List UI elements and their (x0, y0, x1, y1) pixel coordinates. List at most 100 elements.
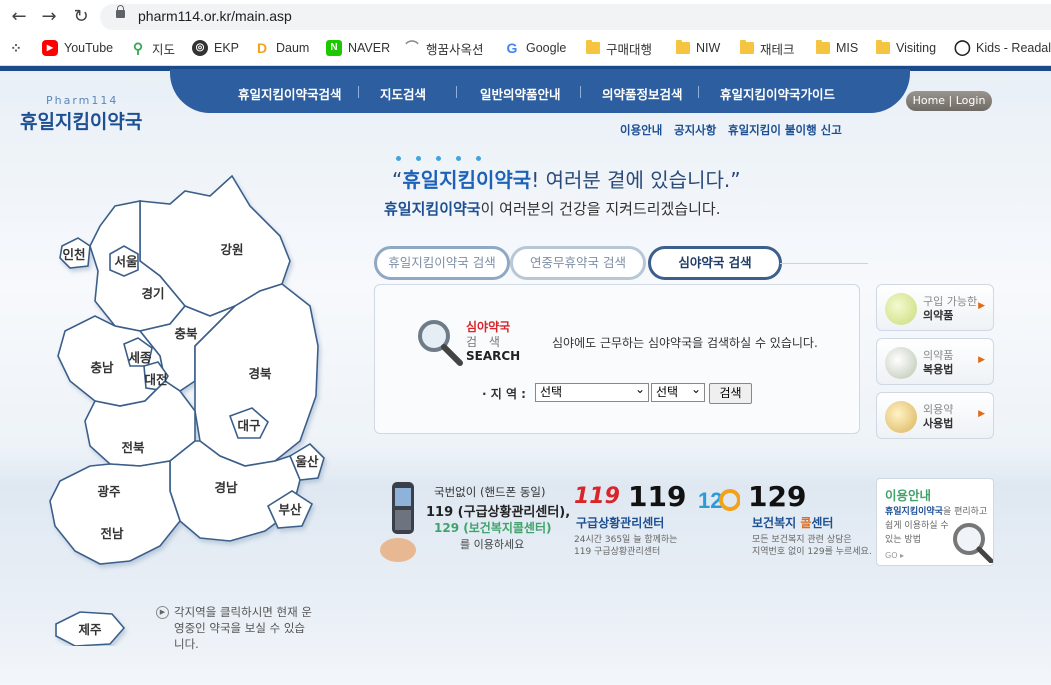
search-label: 심야약국 검 색 SEARCH (414, 314, 532, 370)
nav-separator (580, 86, 581, 98)
decorative-dots (396, 156, 496, 162)
bookmark-ekp[interactable]: ◎ EKP (192, 38, 239, 58)
logo-129-icon: 12 (698, 488, 740, 513)
web-page: 휴일지킴이약국검색 지도검색 일반의약품안내 의약품정보검색 휴일지킴이약국가이… (0, 66, 1051, 685)
side-medicine-dosage[interactable]: 의약품 복용법 ▶ (876, 338, 994, 385)
mortar-icon (885, 347, 917, 379)
label-sejong: 세종 (128, 350, 152, 365)
bookmark-naver[interactable]: N NAVER (326, 38, 390, 58)
side-otc-medicine[interactable]: 구입 가능한 의약품 ▶ (876, 284, 994, 331)
daum-icon: D (254, 40, 270, 56)
svg-text:12: 12 (698, 488, 722, 513)
naver-icon: N (326, 40, 342, 56)
arrow-right-icon: ▶ (978, 355, 985, 365)
label-gwangju: 광주 (97, 484, 121, 499)
label-jeonnam: 전남 (100, 526, 124, 541)
emergency-banner: 국번없이 (핸드폰 동일) 119 (구급상황관리센터), 129 (보건복지콜… (380, 476, 872, 576)
label-gyeongnam: 경남 (214, 480, 238, 495)
slogan-headline: “휴일지킴이약국! 여러분 곁에 있습니다.” (392, 168, 741, 192)
bookmark-folder-finance[interactable]: 재테크 (740, 38, 795, 58)
arrow-right-icon: ▶ (978, 301, 985, 311)
bookmark-youtube[interactable]: ▶ YouTube (42, 38, 113, 58)
logo-subtitle: Pharm114 (46, 94, 119, 107)
bookmark-folder-buying[interactable]: 구매대행 (586, 38, 652, 58)
arrow-right-icon: ▶ (978, 409, 985, 419)
pill-icon (885, 293, 917, 325)
bookmark-folder-mis[interactable]: MIS (816, 38, 858, 58)
label-jeonbuk: 전북 (121, 440, 145, 455)
label-daegu: 대구 (237, 419, 261, 433)
korea-map: 인천 서울 경기 강원 충북 충남 세종 대전 경북 대구 전북 울산 경남 부… (49, 174, 325, 646)
label-daejeon: 대전 (144, 372, 167, 387)
link-report[interactable]: 휴일지킴이 불이행 신고 (728, 122, 842, 138)
address-bar-row: ← → ↻ pharm114.or.kr/main.asp (0, 0, 1051, 34)
link-usage-guide[interactable]: 이용안내 (620, 122, 662, 138)
logo[interactable]: 휴일지킴이약국 (20, 107, 142, 134)
back-arrow-icon[interactable]: ← (8, 6, 30, 28)
magnifier-icon (418, 320, 463, 366)
folder-icon (876, 40, 890, 54)
region-select-city[interactable]: 선택 (651, 381, 705, 402)
folder-icon (816, 40, 830, 54)
browser-chrome: ← → ↻ pharm114.or.kr/main.asp ⁘ ▶ YouTube… (0, 0, 1051, 66)
label-incheon: 인천 (62, 247, 85, 262)
logo-119: 119 (574, 484, 620, 509)
number-129: 129 (748, 480, 807, 513)
url-bar[interactable]: pharm114.or.kr/main.asp (100, 4, 1051, 30)
label-ulsan: 울산 (295, 454, 319, 469)
nav-separator (698, 86, 699, 98)
forward-arrow-icon[interactable]: → (38, 6, 60, 28)
folder-icon (740, 40, 754, 54)
bookmark-kids[interactable]: ◯ Kids - Readalo (954, 38, 1051, 58)
link-notices[interactable]: 공지사항 (674, 122, 716, 138)
globe-icon: ◎ (192, 40, 208, 56)
tab-underline (780, 263, 868, 264)
bookmark-folder-visiting[interactable]: Visiting (876, 38, 936, 58)
nav-pharmacy-guide[interactable]: 휴일지킴이약국가이드 (720, 84, 835, 103)
youtube-icon: ▶ (42, 40, 58, 56)
tab-late-night-pharmacy[interactable]: 심야약국 검색 (648, 246, 782, 280)
bookmark-map[interactable]: ⚲ 지도 (130, 38, 175, 58)
bookmark-folder-niw[interactable]: NIW (676, 38, 720, 58)
region-select-province[interactable]: 선택 (535, 381, 649, 402)
home-login-button[interactable]: Home | Login (906, 91, 992, 111)
label-seoul: 서울 (114, 254, 138, 269)
url-text: pharm114.or.kr/main.asp (138, 8, 292, 24)
label-gangwon: 강원 (220, 242, 243, 257)
label-busan: 부산 (278, 502, 302, 517)
site-icon: ⌒ (404, 40, 420, 56)
nav-holiday-pharmacy-search[interactable]: 휴일지킴이약국검색 (238, 84, 342, 103)
reload-icon[interactable]: ↻ (70, 6, 92, 28)
number-119: 119 (628, 480, 687, 513)
main-nav: 휴일지킴이약국검색 지도검색 일반의약품안내 의약품정보검색 휴일지킴이약국가이… (170, 69, 910, 113)
lock-icon (116, 5, 125, 18)
folder-icon (676, 40, 690, 54)
nav-map-search[interactable]: 지도검색 (380, 84, 426, 103)
nav-otc-guide[interactable]: 일반의약품안내 (480, 84, 561, 103)
nav-separator (358, 86, 359, 98)
bookmark-google[interactable]: G Google (504, 38, 566, 58)
label-gyeongbuk: 경북 (248, 366, 272, 381)
bookmarks-bar: ⁘ ▶ YouTube ⚲ 지도 ◎ EKP D Daum N NAVER ⌒ 행꿈사옥션 … (0, 36, 1051, 60)
tab-365-pharmacy[interactable]: 연중무휴약국 검색 (510, 246, 646, 280)
play-icon: ▶ (156, 606, 169, 619)
usage-guide-box[interactable]: 이용안내 휴일지킴이약국을 편리하고 쉽게 이용하실 수 있는 방법 GO ▸ (876, 478, 994, 566)
phone-hand-icon (380, 482, 416, 562)
side-external-medicine[interactable]: 외용약 사용법 ▶ (876, 392, 994, 439)
map-pin-icon: ⚲ (130, 40, 146, 56)
nav-separator (456, 86, 457, 98)
tab-holiday-pharmacy[interactable]: 휴일지킴이약국 검색 (374, 246, 510, 280)
bookmark-auction[interactable]: ⌒ 행꿈사옥션 (404, 38, 484, 58)
label-chungnam: 충남 (90, 360, 114, 375)
label-chungbuk: 충북 (174, 326, 198, 341)
bookmark-daum[interactable]: D Daum (254, 38, 309, 58)
search-button[interactable]: 검색 (709, 383, 752, 404)
bookmark-apps[interactable]: ⁘ (8, 38, 24, 58)
search-description: 심야에도 근무하는 심야약국을 검색하실 수 있습니다. (552, 336, 818, 350)
label-jeju: 제주 (78, 623, 102, 637)
google-icon: G (504, 40, 520, 56)
nav-drug-info-search[interactable]: 의약품정보검색 (602, 84, 683, 103)
go-link[interactable]: GO ▸ (885, 551, 904, 560)
region-jeonnam[interactable] (49, 460, 181, 565)
region-label: · 지 역 : (482, 387, 526, 401)
